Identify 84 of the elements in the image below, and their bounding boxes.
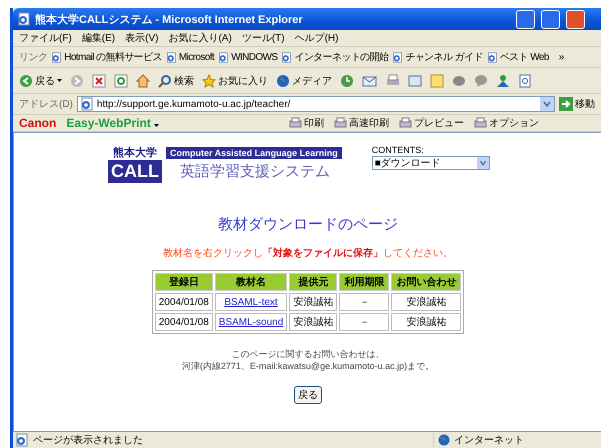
tagline-banner: Computer Assisted Language Learning	[166, 146, 342, 158]
address-field[interactable]: http://support.ge.kumamoto-u.ac.jp/teacher/	[76, 96, 555, 112]
caret-icon	[154, 124, 159, 127]
printer-icon	[288, 117, 302, 129]
people-icon[interactable]	[496, 74, 510, 88]
instruction-text: 教材名を右クリックし「対象をファイルに保存」してください。	[163, 246, 453, 260]
messenger-icon[interactable]	[474, 74, 488, 88]
page-icon	[392, 52, 404, 62]
page-icon	[166, 52, 177, 62]
link-button[interactable]: ベスト Web	[486, 50, 549, 64]
page-icon	[218, 52, 230, 62]
table-cell: 安浪誠祐	[289, 293, 338, 311]
university-name: 熊本大学	[112, 146, 158, 160]
page-icon	[486, 52, 498, 62]
status-text: ページが表示されました	[33, 433, 434, 447]
table-cell: 2004/01/08	[154, 293, 213, 311]
minimize-button[interactable]	[516, 10, 535, 28]
maximize-button[interactable]	[541, 10, 560, 28]
contact-text: このページに関するお問い合わせは、	[230, 348, 386, 360]
media-button[interactable]: メディア	[276, 74, 332, 88]
table-cell: 安浪誠祐	[289, 313, 338, 331]
back-button[interactable]: 戻る	[294, 386, 322, 404]
printer-icon	[474, 117, 487, 129]
link-button[interactable]: WINDOWS	[218, 52, 278, 62]
table-cell: 安浪誠祐	[391, 313, 462, 331]
printer-icon	[334, 117, 347, 129]
brand-logo: Canon	[19, 116, 56, 130]
menu-item[interactable]: 編集(E)	[82, 31, 116, 45]
column-header: 教材名	[214, 273, 288, 291]
zone-text: インターネット	[454, 434, 524, 447]
link-button[interactable]: チャンネル ガイド	[392, 50, 483, 64]
table-cell: 2004/01/08	[154, 313, 213, 331]
menu-item[interactable]: お気に入り(A)	[168, 31, 232, 45]
page-icon	[80, 97, 94, 111]
menu-item[interactable]: ヘルプ(H)	[294, 31, 338, 45]
favorites-button[interactable]: お気に入り	[202, 74, 268, 88]
contents-select[interactable]: ■ダウンロード	[372, 156, 490, 170]
acronym-logo: CALL	[108, 160, 162, 183]
print-toolbar-button[interactable]: オプション	[474, 116, 539, 130]
close-button[interactable]	[566, 10, 585, 28]
print-toolbar-button[interactable]: 高速印刷	[334, 116, 389, 130]
globe-icon	[438, 434, 450, 446]
more-button[interactable]: »	[558, 52, 564, 62]
table-cell: －	[339, 313, 390, 331]
stop-icon[interactable]	[92, 74, 106, 88]
menu-item[interactable]: 表示(V)	[125, 31, 158, 45]
page-icon	[281, 52, 292, 62]
mail-icon[interactable]	[362, 74, 378, 88]
arrow-icon	[559, 97, 573, 111]
search-icon	[158, 74, 172, 88]
column-header: お問い合わせ	[391, 273, 462, 291]
print-toolbar-button[interactable]: プレビュー	[398, 116, 464, 130]
browser-icon	[17, 12, 31, 26]
star-icon	[202, 74, 216, 88]
search-button[interactable]: 検索	[158, 74, 194, 88]
contents-label: CONTENTS:	[372, 145, 425, 155]
home-icon[interactable]	[136, 74, 150, 88]
system-name: 英語学習支援システム	[179, 162, 331, 181]
links-label: リンク	[19, 51, 48, 64]
caret-icon	[57, 79, 62, 82]
print-icon[interactable]	[386, 74, 400, 88]
column-header: 利用期限	[339, 273, 390, 291]
menu-item[interactable]: ツール(T)	[242, 31, 285, 45]
printer-icon	[398, 117, 412, 129]
go-button[interactable]: 移動	[559, 97, 595, 111]
column-header: 提供元	[289, 273, 338, 291]
table-cell: 安浪誠祐	[391, 293, 462, 311]
globe-icon	[276, 74, 290, 88]
address-label: アドレス(D)	[19, 98, 73, 111]
link-button[interactable]: Hotmail の無料サービス	[51, 50, 162, 64]
link-button[interactable]: Microsoft	[166, 52, 214, 62]
note-icon[interactable]	[430, 74, 444, 88]
print-toolbar-button[interactable]: 印刷	[288, 116, 324, 130]
window-title: 熊本大学CALLシステム - Microsoft Internet Explorer	[35, 12, 304, 26]
page-icon	[51, 52, 62, 62]
back-button[interactable]: 戻る	[19, 74, 62, 88]
contact-text: 河津(内線2771、E-mail:kawatsu@ge.kumamoto-u.ac.jp)まで。	[182, 360, 434, 372]
history-icon[interactable]	[340, 74, 354, 88]
menu-item[interactable]: ファイル(F)	[19, 31, 72, 45]
refresh-icon[interactable]	[114, 74, 128, 88]
column-header: 登録日	[154, 273, 213, 291]
page-heading: 教材ダウンロードのページ	[218, 215, 398, 234]
table-cell: －	[339, 293, 390, 311]
link-button[interactable]: インターネットの開始	[281, 50, 388, 64]
